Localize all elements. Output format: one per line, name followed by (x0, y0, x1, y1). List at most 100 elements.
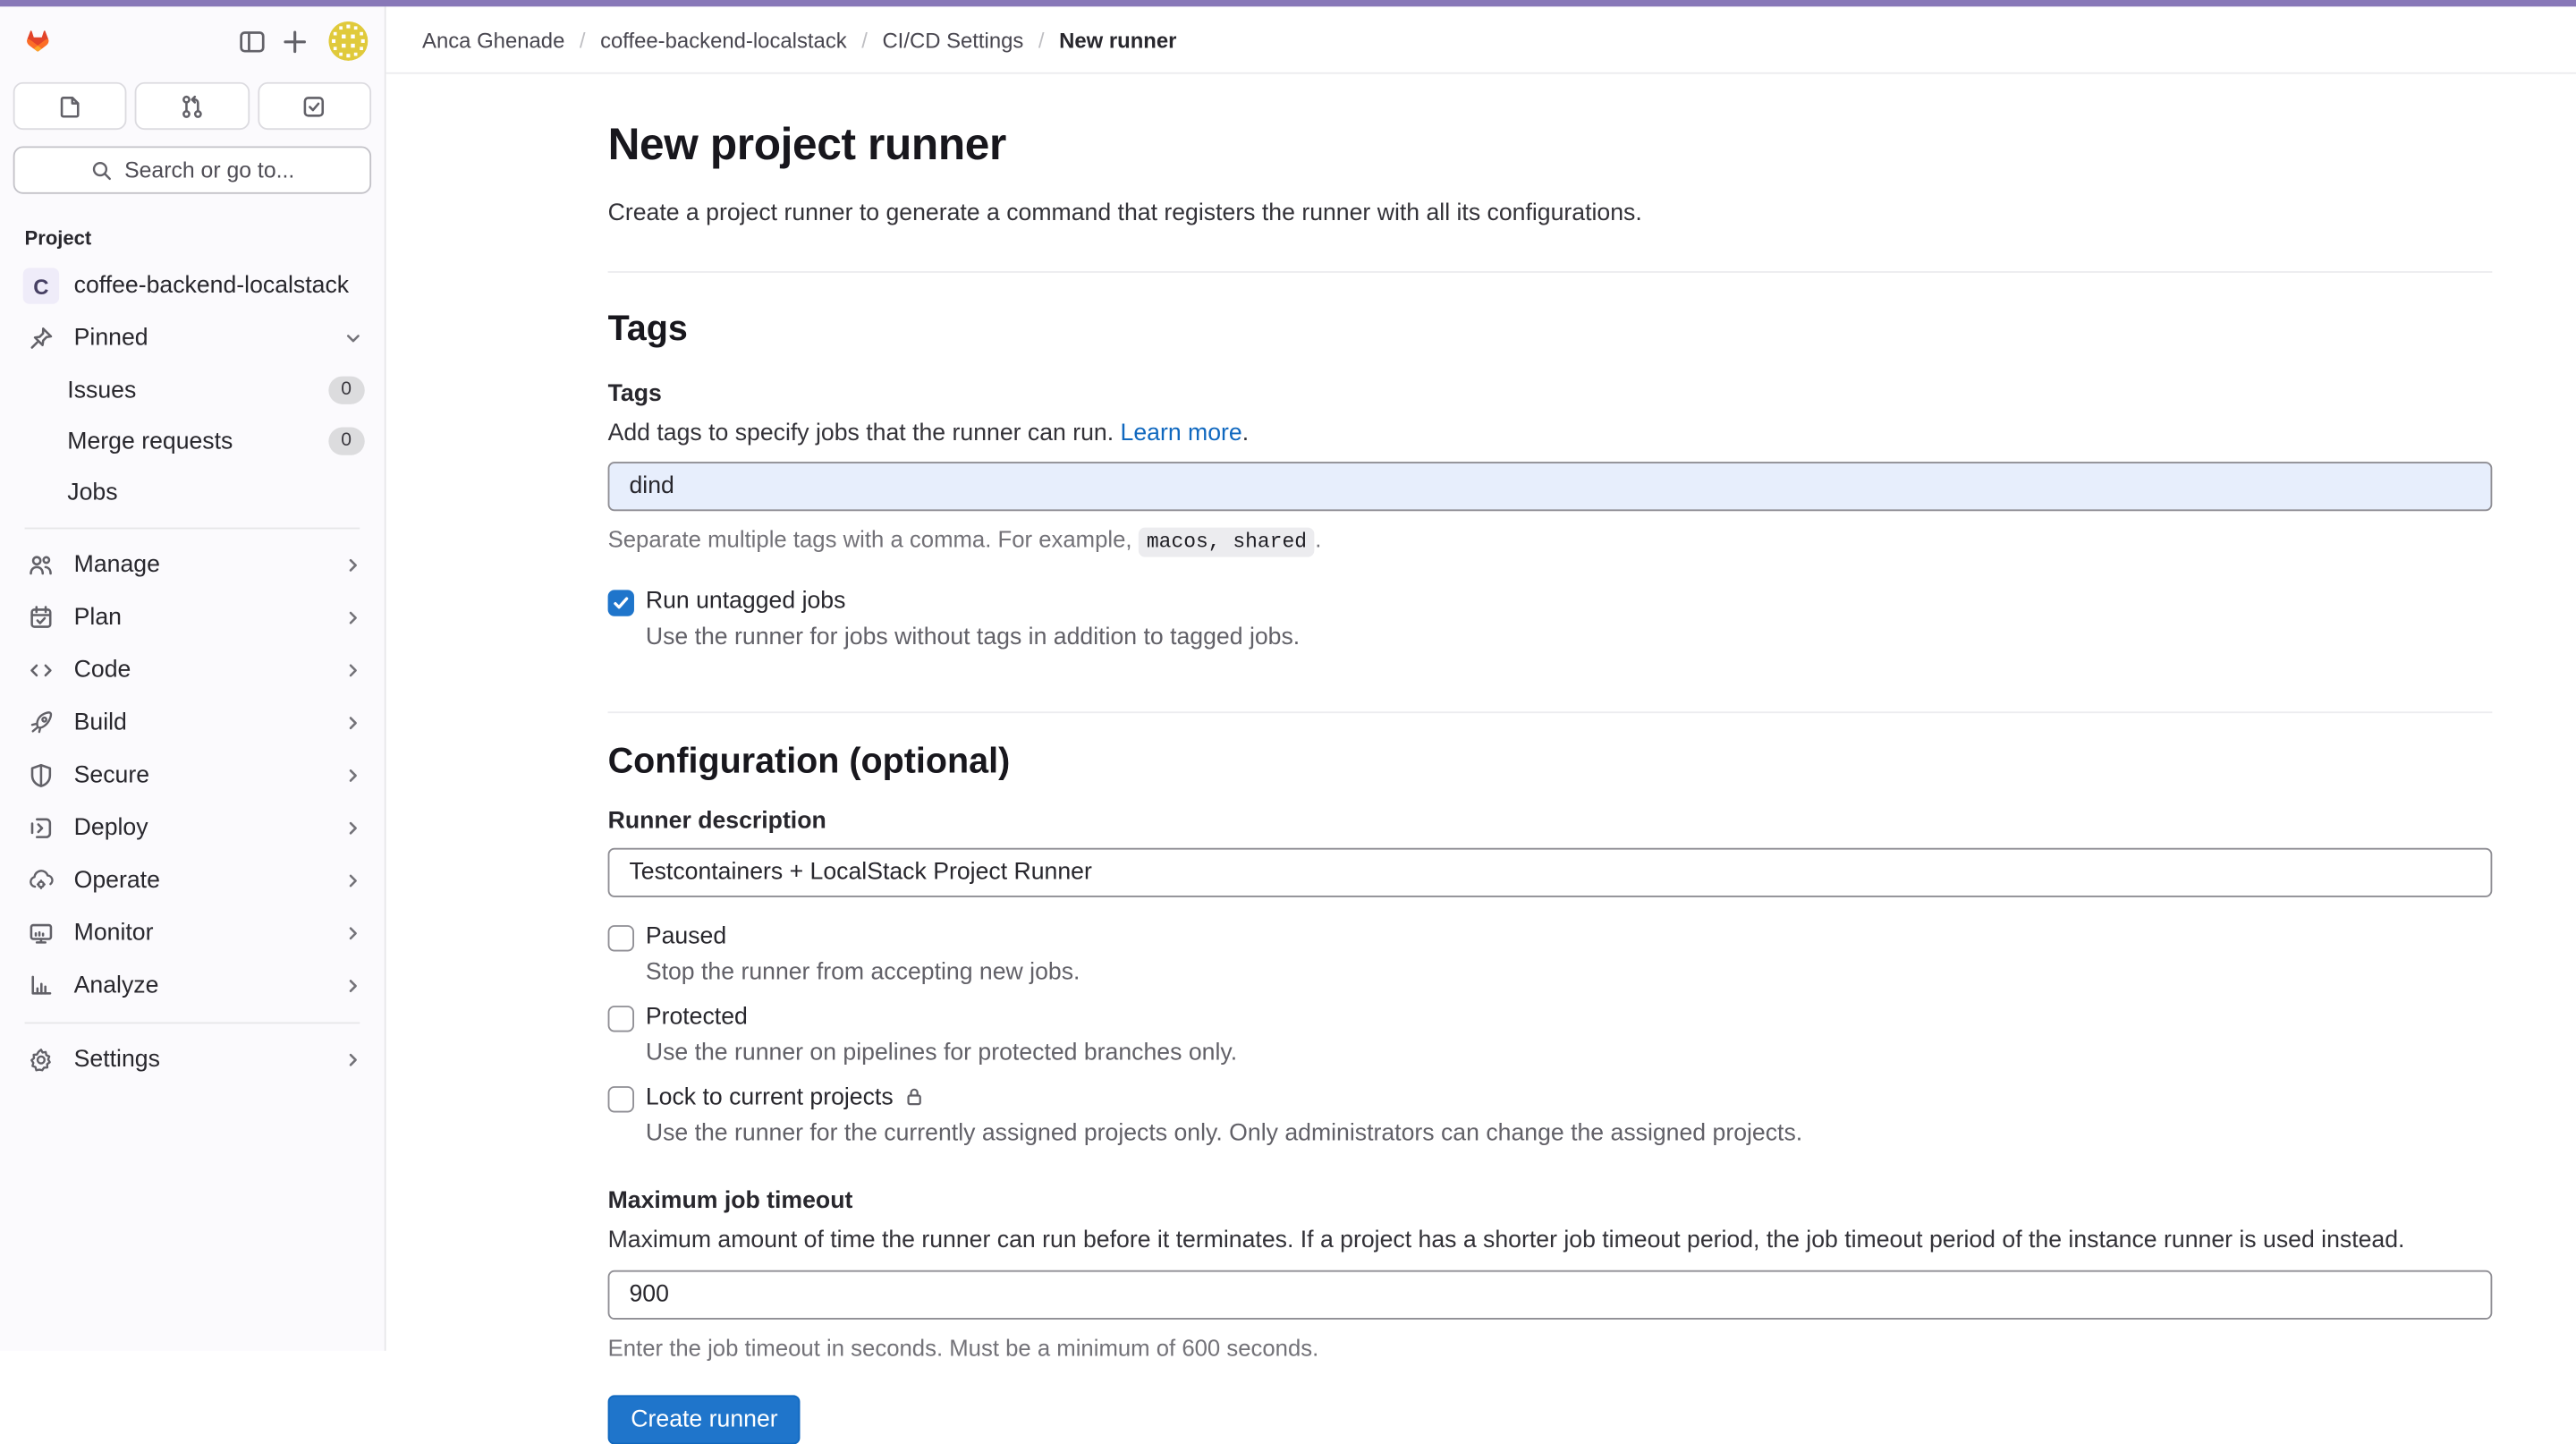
secure-label: Secure (74, 762, 342, 788)
lock-projects-description: Use the runner for the currently assigne… (646, 1119, 2492, 1151)
lock-projects-label[interactable]: Lock to current projects (646, 1084, 925, 1110)
issues-label: Issues (67, 378, 327, 403)
gitlab-new-runner-page: Search or go to... Project C coffee-back… (0, 0, 2576, 1351)
tags-description-period: . (1242, 420, 1249, 446)
chevron-right-icon (342, 974, 365, 998)
manage-label: Manage (74, 552, 342, 578)
paused-label[interactable]: Paused (646, 924, 726, 950)
breadcrumb-current: New runner (1059, 27, 1176, 52)
jobs-label: Jobs (67, 479, 364, 505)
project-name: coffee-backend-localstack (74, 273, 365, 299)
merge-requests-label: Merge requests (67, 428, 327, 454)
merge-requests-shortcut-button[interactable] (135, 82, 249, 130)
lock-projects-label-text: Lock to current projects (646, 1084, 894, 1110)
new-runner-form: New project runner Create a project runn… (386, 74, 2493, 1444)
sidebar-item-code[interactable]: Code (6, 644, 377, 697)
sidebar-item-plan[interactable]: Plan (6, 591, 377, 644)
sidebar-item-operate[interactable]: Operate (6, 854, 377, 907)
sidebar-item-issues[interactable]: Issues 0 (0, 365, 385, 416)
settings-label: Settings (74, 1047, 342, 1073)
sidebar-section-label: Project (0, 204, 385, 259)
sidebar-item-build[interactable]: Build (6, 697, 377, 750)
plan-label: Plan (74, 605, 342, 631)
breadcrumb: Anca Ghenade / coffee-backend-localstack… (386, 6, 2576, 73)
sidebar-item-settings[interactable]: Settings (6, 1033, 377, 1086)
create-runner-button[interactable]: Create runner (608, 1395, 801, 1444)
timeout-input-value: 900 (629, 1281, 668, 1307)
sidebar-shortcuts (0, 75, 385, 130)
todos-shortcut-button[interactable] (258, 82, 371, 130)
chevron-down-icon (342, 327, 365, 351)
monitor-icon (23, 921, 59, 947)
lock-projects-row: Lock to current projects (608, 1084, 2493, 1112)
sidebar-item-pinned[interactable]: Pinned (6, 312, 377, 365)
search-placeholder: Search or go to... (124, 157, 294, 183)
deploy-label: Deploy (74, 815, 342, 841)
gear-icon (23, 1047, 59, 1073)
page-subtitle: Create a project runner to generate a co… (608, 199, 2493, 231)
chevron-right-icon (342, 817, 365, 840)
timeout-label: Maximum job timeout (608, 1188, 2493, 1214)
section-divider (608, 712, 2493, 714)
sidebar-item-monitor[interactable]: Monitor (6, 907, 377, 960)
gitlab-logo-icon[interactable] (16, 20, 59, 63)
chevron-right-icon (342, 711, 365, 735)
operate-label: Operate (74, 868, 342, 894)
lock-projects-checkbox[interactable] (608, 1086, 634, 1112)
chevron-right-icon (342, 1049, 365, 1072)
protected-label[interactable]: Protected (646, 1004, 748, 1030)
section-divider (608, 270, 2493, 272)
sidebar-item-jobs[interactable]: Jobs (0, 467, 385, 518)
sidebar-item-merge-requests[interactable]: Merge requests 0 (0, 416, 385, 467)
main-area: Anca Ghenade / coffee-backend-localstack… (386, 6, 2576, 1350)
run-untagged-label[interactable]: Run untagged jobs (646, 589, 846, 615)
search-input[interactable]: Search or go to... (13, 146, 371, 193)
tags-input[interactable]: dind (608, 463, 2493, 512)
tags-section-heading: Tags (608, 309, 2493, 350)
breadcrumb-user[interactable]: Anca Ghenade (422, 27, 564, 52)
pin-icon (23, 326, 59, 352)
learn-more-link[interactable]: Learn more (1121, 420, 1242, 446)
cloud-gear-icon (23, 868, 59, 894)
user-avatar[interactable] (328, 21, 368, 61)
paused-checkbox[interactable] (608, 926, 634, 952)
sidebar: Search or go to... Project C coffee-back… (0, 6, 386, 1350)
tags-help-suffix: . (1315, 527, 1321, 553)
issues-count-badge: 0 (328, 377, 365, 404)
paused-row: Paused (608, 924, 2493, 952)
sidebar-item-analyze[interactable]: Analyze (6, 960, 377, 1013)
merge-requests-count-badge: 0 (328, 428, 365, 455)
collapse-sidebar-icon[interactable] (230, 20, 273, 63)
sidebar-item-manage[interactable]: Manage (6, 539, 377, 591)
calendar-check-icon (23, 605, 59, 631)
chevron-right-icon (342, 870, 365, 893)
timeout-input[interactable]: 900 (608, 1270, 2493, 1319)
sidebar-item-secure[interactable]: Secure (6, 750, 377, 803)
protected-checkbox[interactable] (608, 1006, 634, 1032)
tags-field-label: Tags (608, 380, 2493, 406)
create-new-plus-icon[interactable] (273, 20, 316, 63)
tags-help-text: Separate multiple tags with a comma. For… (608, 527, 2493, 555)
lock-icon (903, 1087, 925, 1108)
tags-field-description: Add tags to specify jobs that the runner… (608, 419, 2493, 450)
build-label: Build (74, 709, 342, 735)
deploy-icon (23, 815, 59, 841)
runner-description-value: Testcontainers + LocalStack Project Runn… (629, 860, 1091, 886)
breadcrumb-cicd-settings[interactable]: CI/CD Settings (882, 27, 1023, 52)
configuration-section-heading: Configuration (optional) (608, 742, 2493, 783)
sidebar-item-project[interactable]: C coffee-backend-localstack (6, 259, 377, 312)
monitor-label: Monitor (74, 921, 342, 947)
breadcrumb-separator: / (861, 27, 868, 52)
breadcrumb-project[interactable]: coffee-backend-localstack (600, 27, 847, 52)
protected-description: Use the runner on pipelines for protecte… (646, 1039, 2492, 1070)
users-icon (23, 552, 59, 578)
tags-description-text: Add tags to specify jobs that the runner… (608, 420, 1114, 446)
browser-top-strip (0, 0, 2576, 6)
sidebar-item-deploy[interactable]: Deploy (6, 802, 377, 854)
timeout-help-text: Enter the job timeout in seconds. Must b… (608, 1334, 2493, 1360)
search-icon (90, 158, 114, 182)
issues-shortcut-button[interactable] (13, 82, 127, 130)
run-untagged-checkbox[interactable] (608, 590, 634, 616)
runner-description-input[interactable]: Testcontainers + LocalStack Project Runn… (608, 848, 2493, 897)
rocket-icon (23, 709, 59, 735)
